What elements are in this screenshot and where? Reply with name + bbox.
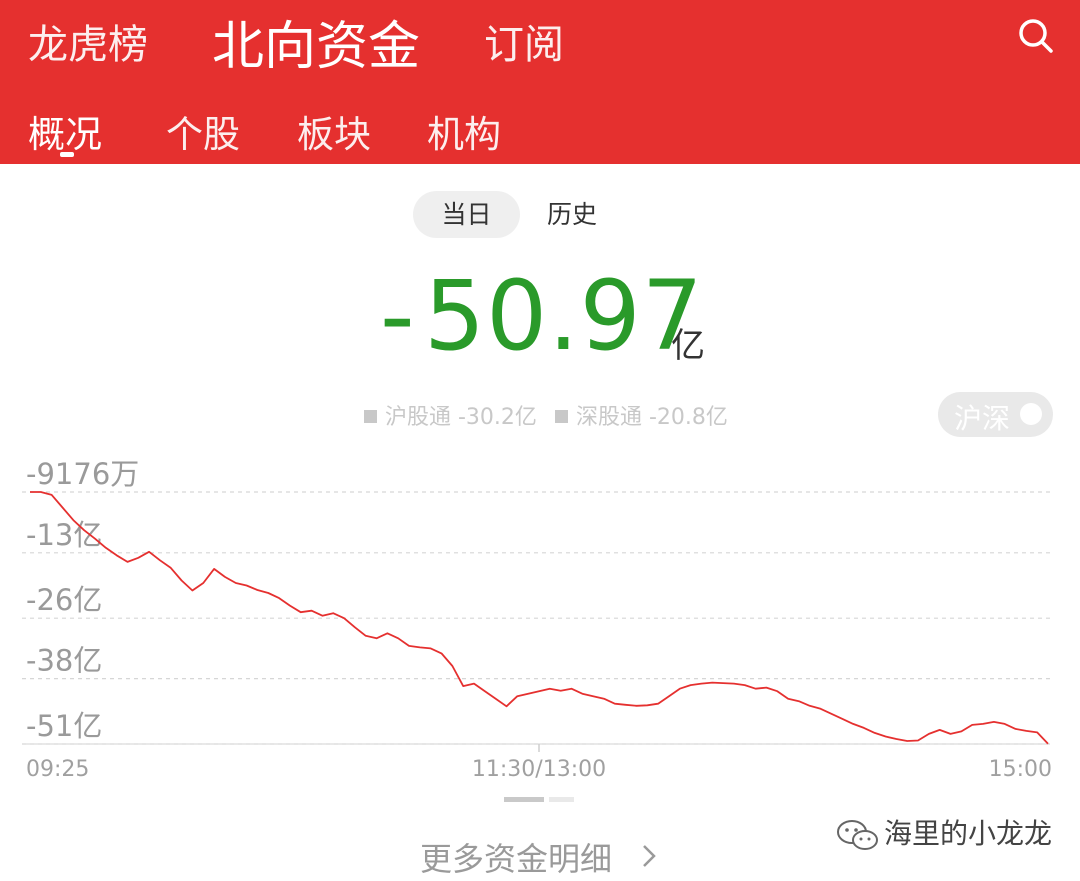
x-tick-label: 09:25 (26, 757, 89, 782)
active-subtab-indicator (60, 152, 74, 157)
net-flow-value: 50.97 (424, 260, 704, 372)
y-tick-label: -51亿 (26, 709, 102, 743)
x-tick-label: 15:00 (989, 757, 1052, 782)
toggle-knob (1020, 403, 1042, 425)
segment-history[interactable]: 历史 (547, 191, 597, 238)
legend-square-icon (364, 410, 377, 423)
segment-today[interactable]: 当日 (413, 191, 520, 238)
legend-shenzhen-label: 深股通 -20.8亿 (576, 405, 728, 430)
tab-northbound[interactable]: 北向资金 (212, 4, 420, 79)
more-details-link[interactable]: 更多资金明细 (420, 834, 612, 880)
pager-dot-active (504, 797, 544, 802)
subtab-institutions[interactable]: 机构 (427, 104, 501, 158)
y-tick-label: -26亿 (26, 583, 102, 617)
chevron-right-icon[interactable] (639, 843, 659, 869)
watermark-text: 海里的小龙龙 (884, 817, 1053, 850)
y-tick-label: -9176万 (26, 457, 139, 491)
subtab-sectors[interactable]: 板块 (297, 104, 371, 158)
subtab-overview[interactable]: 概况 (28, 104, 102, 158)
legend-shenzhen: 深股通 -20.8亿 (555, 399, 728, 431)
legend-shanghai-label: 沪股通 -30.2亿 (385, 405, 537, 430)
northbound-flow-chart: -9176万-13亿-26亿-38亿-51亿09:25 11:30/13:00 15… (22, 457, 1052, 782)
subtab-stocks[interactable]: 个股 (166, 104, 240, 158)
y-tick-label: -38亿 (26, 644, 102, 678)
app-header: 龙虎榜 北向资金 订阅 概况 个股 板块 机构 (0, 0, 1080, 164)
x-tick-label: 11:30/13:00 (472, 757, 606, 782)
net-flow-sign: - (380, 260, 415, 372)
legend-square-icon (555, 410, 568, 423)
legend-shanghai: 沪股通 -30.2亿 (364, 399, 537, 431)
pager-dot (549, 797, 574, 802)
tab-subscribe[interactable]: 订阅 (484, 12, 564, 70)
wechat-icon (837, 820, 878, 850)
search-icon[interactable] (1016, 16, 1056, 56)
market-toggle-label: 沪深 (954, 402, 1011, 435)
tab-longhubang[interactable]: 龙虎榜 (28, 12, 148, 70)
net-flow-unit: 亿 (671, 326, 705, 366)
